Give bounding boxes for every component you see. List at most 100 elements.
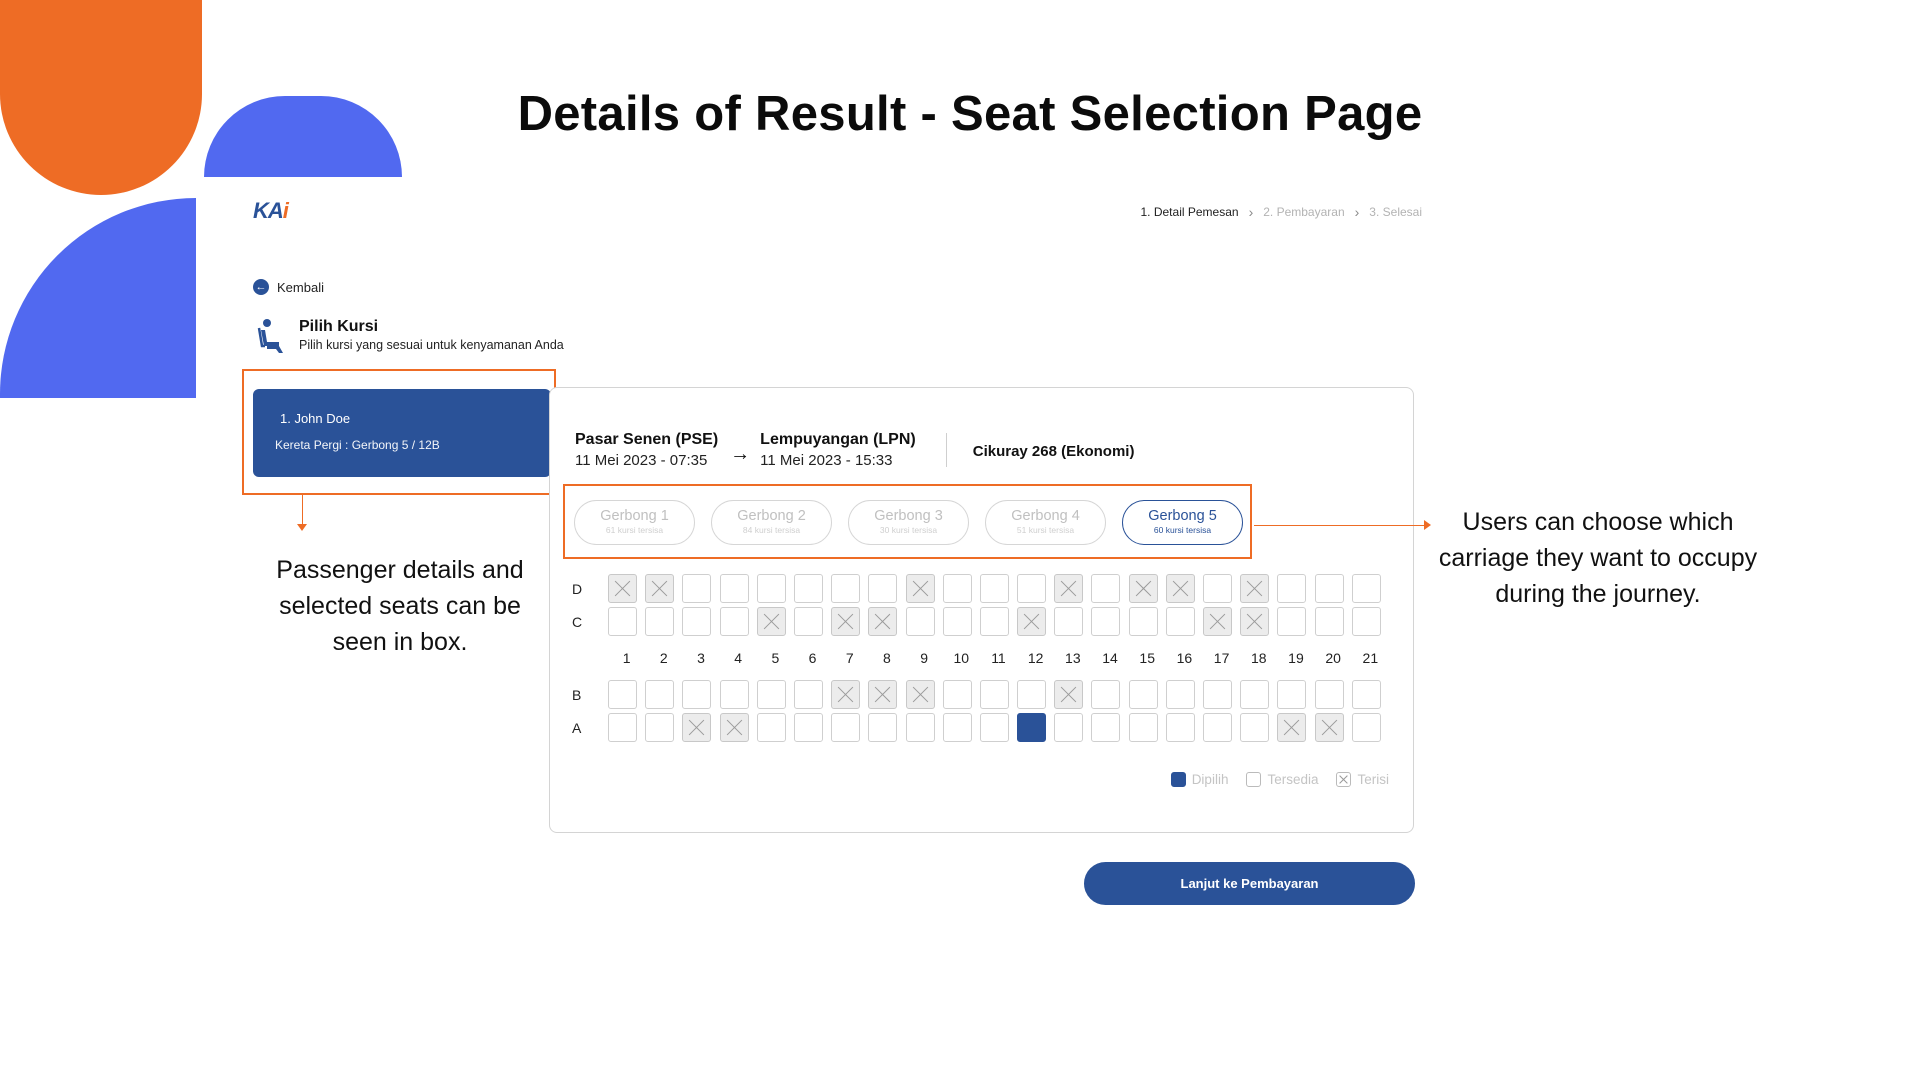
selected-swatch-icon [1170,772,1186,787]
back-label: Kembali [277,279,324,295]
seat-12a-selected[interactable] [1017,713,1047,742]
passenger-name: 1. John Doe [280,411,351,426]
seat-19b-available[interactable] [1277,680,1307,709]
seat-column-number: 16 [1176,650,1193,666]
seat-5d-available[interactable] [756,574,786,603]
seat-16b-available[interactable] [1165,680,1195,709]
passenger-card[interactable]: 1. John Doe Kereta Pergi : Gerbong 5 / 1… [253,389,551,477]
kai-logo[interactable]: KAi [253,198,289,224]
seat-21a-available[interactable] [1351,713,1381,742]
seat-14a-available[interactable] [1091,713,1121,742]
seat-3d-available[interactable] [682,574,712,603]
seat-18c-taken [1240,607,1270,636]
seat-14c-available[interactable] [1091,607,1121,636]
seat-row-c: C [572,605,1389,638]
seat-4d-available[interactable] [719,574,749,603]
seat-row-b: B [572,678,1389,711]
arrow-left-icon: ← [253,279,269,295]
seat-20b-available[interactable] [1314,680,1344,709]
seat-rows-lower: BA [572,678,1389,744]
seat-6a-available[interactable] [793,713,823,742]
carriage-tab-5[interactable]: Gerbong 5 60 kursi tersisa [1122,500,1243,545]
seat-2c-available[interactable] [645,607,675,636]
seat-21b-available[interactable] [1351,680,1381,709]
seat-8d-available[interactable] [868,574,898,603]
seat-column-number: 6 [808,650,817,666]
destination-time: 11 Mei 2023 - 15:33 [760,452,893,469]
seat-20a-taken [1314,713,1344,742]
seat-15b-available[interactable] [1128,680,1158,709]
annotation-right: Users can choose which carriage they wan… [1438,508,1758,608]
seat-16c-available[interactable] [1165,607,1195,636]
seat-11b-available[interactable] [979,680,1009,709]
seat-11a-available[interactable] [979,713,1009,742]
chevron-right-icon: › [1248,204,1254,220]
seat-5a-available[interactable] [756,713,786,742]
seat-1a-available[interactable] [608,713,637,742]
seat-20d-available[interactable] [1314,574,1344,603]
legend-selected-label: Dipilih [1191,772,1229,787]
seat-10b-available[interactable] [942,680,972,709]
seat-4b-available[interactable] [719,680,749,709]
seat-6c-available[interactable] [793,607,823,636]
carriage-tab-1[interactable]: Gerbong 1 61 kursi tersisa [574,500,695,545]
seat-5b-available[interactable] [756,680,786,709]
seat-15c-available[interactable] [1128,607,1158,636]
seat-18b-available[interactable] [1240,680,1270,709]
seat-column-number: 13 [1065,650,1081,666]
seat-9d-taken [905,574,935,603]
seat-7a-available[interactable] [831,713,861,742]
seat-person-icon [257,319,283,353]
seat-2a-available[interactable] [645,713,675,742]
seat-20c-available[interactable] [1314,607,1344,636]
seat-7d-available[interactable] [831,574,861,603]
seat-17c-taken [1203,607,1232,636]
seat-13a-available[interactable] [1054,713,1084,742]
seat-13c-available[interactable] [1054,607,1084,636]
carriage-name: Gerbong 2 [737,508,806,524]
seat-4c-available[interactable] [719,607,749,636]
carriage-name: Gerbong 5 [1148,508,1217,524]
seat-column-numbers: 1 2 3 4 5 6 7 8 9 10 11 12 13 14 15 16 17 18 19 20 21 [572,638,1389,678]
seat-map: DC 1 2 3 4 5 6 7 8 9 10 11 12 13 14 15 16 17 18 19 20 21 BA [572,572,1389,744]
seat-11d-available[interactable] [979,574,1009,603]
carriage-tab-4[interactable]: Gerbong 4 51 kursi tersisa [985,500,1106,545]
seat-10d-available[interactable] [942,574,972,603]
progress-steps: 1. Detail Pemesan › 2. Pembayaran › 3. S… [1141,204,1423,220]
decor-blue-quarter-circle [0,198,196,398]
seat-18d-taken [1240,574,1270,603]
seat-15a-available[interactable] [1128,713,1158,742]
continue-to-payment-button[interactable]: Lanjut ke Pembayaran [1084,862,1415,905]
seat-2b-available[interactable] [645,680,675,709]
seat-10c-available[interactable] [942,607,972,636]
carriage-tab-3[interactable]: Gerbong 3 30 kursi tersisa [848,500,969,545]
seat-19d-available[interactable] [1277,574,1307,603]
seat-17a-available[interactable] [1203,713,1232,742]
seat-12d-available[interactable] [1017,574,1047,603]
back-button[interactable]: ← Kembali [253,279,324,295]
seat-14b-available[interactable] [1091,680,1121,709]
seat-21c-available[interactable] [1351,607,1381,636]
carriage-tab-2[interactable]: Gerbong 2 84 kursi tersisa [711,500,832,545]
seat-17d-available[interactable] [1203,574,1232,603]
seat-3c-available[interactable] [682,607,712,636]
seat-18a-available[interactable] [1240,713,1270,742]
seat-19c-available[interactable] [1277,607,1307,636]
seat-3b-available[interactable] [682,680,712,709]
seat-16a-available[interactable] [1165,713,1195,742]
seat-10a-available[interactable] [942,713,972,742]
seat-6d-available[interactable] [793,574,823,603]
seat-11c-available[interactable] [979,607,1009,636]
seat-9c-available[interactable] [905,607,935,636]
seat-9a-available[interactable] [905,713,935,742]
seat-1b-available[interactable] [608,680,637,709]
seat-17b-available[interactable] [1203,680,1232,709]
seat-1c-available[interactable] [608,607,637,636]
seat-12b-available[interactable] [1017,680,1047,709]
seat-column-number: 9 [920,650,928,666]
seat-8a-available[interactable] [868,713,898,742]
seat-6b-available[interactable] [793,680,823,709]
seat-14d-available[interactable] [1091,574,1121,603]
seat-21d-available[interactable] [1351,574,1381,603]
seat-13d-taken [1054,574,1084,603]
